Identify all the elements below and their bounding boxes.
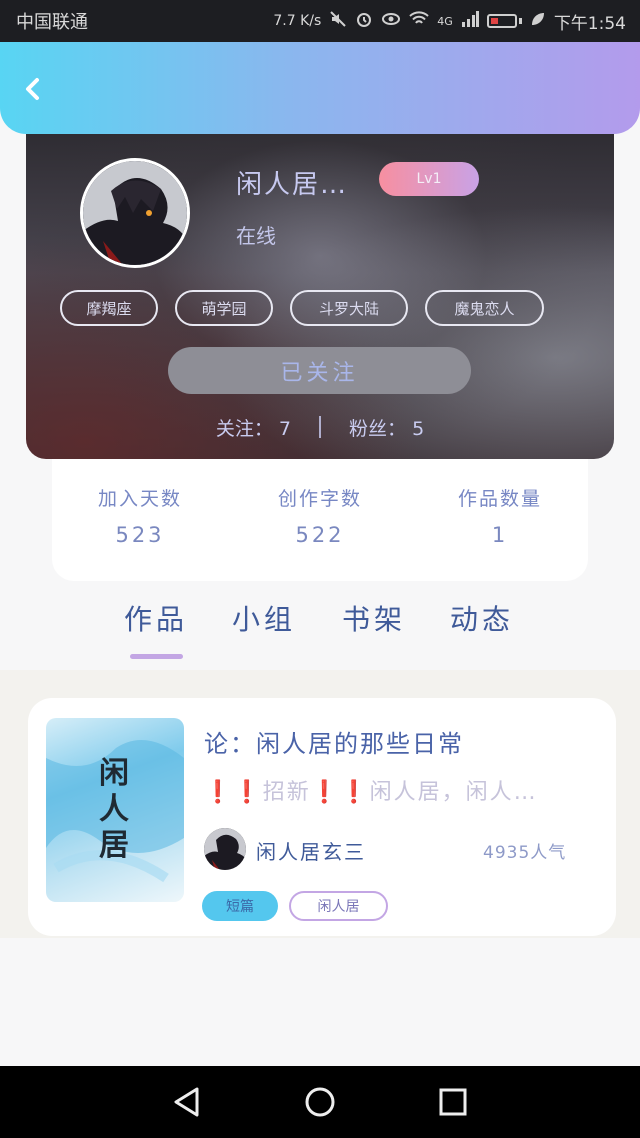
alarm-icon xyxy=(355,10,373,32)
battery-icon xyxy=(486,14,517,28)
network-type: 4G xyxy=(437,14,453,28)
tab-activity[interactable]: 动态 xyxy=(450,598,514,638)
profile-tag[interactable]: 萌学园 xyxy=(175,290,273,326)
nav-home-button[interactable] xyxy=(300,1082,340,1122)
following-count: 7 xyxy=(278,417,291,440)
active-tab-indicator xyxy=(130,654,183,659)
following-link[interactable]: 关注： 7 xyxy=(216,414,291,441)
follow-button[interactable]: 已关注 xyxy=(168,347,471,394)
tab-bookshelf[interactable]: 书架 xyxy=(342,598,406,638)
eye-icon xyxy=(381,11,401,31)
stat-label: 作品数量 xyxy=(457,488,542,510)
stat-works: 作品数量 1 xyxy=(420,484,580,547)
triangle-back-icon xyxy=(174,1087,199,1117)
fans-count: 5 xyxy=(412,417,425,440)
profile-card: 闲人居… Lv1 在线 摩羯座 萌学园 斗罗大陆 魔鬼恋人 已关注 关注： 7 … xyxy=(26,120,614,459)
work-description: ❗❗招新❗❗闲人居，闲人… xyxy=(204,780,538,805)
stat-label: 加入天数 xyxy=(97,488,182,510)
profile-tag[interactable]: 斗罗大陆 xyxy=(290,290,408,326)
view-count: 4935人气 xyxy=(483,843,567,863)
fans-link[interactable]: 粉丝： 5 xyxy=(349,414,424,441)
circle-home-icon xyxy=(305,1087,335,1117)
book-cover[interactable]: 闲人居 xyxy=(46,718,184,902)
stats-card: 加入天数 523 创作字数 522 作品数量 1 xyxy=(52,440,588,581)
profile-tag[interactable]: 摩羯座 xyxy=(60,290,158,326)
type-chip[interactable]: 短篇 xyxy=(202,891,278,921)
online-status: 在线 xyxy=(236,224,276,248)
stat-value: 1 xyxy=(491,523,509,547)
tab-groups[interactable]: 小组 xyxy=(232,598,296,638)
work-card[interactable]: 闲人居 论：闲人居的那些日常 ❗❗招新❗❗闲人居，闲人… 闲人居玄三 4935人… xyxy=(28,698,616,936)
status-bar: 中国联通 7.7 K/s 4G 下午1:54 xyxy=(0,0,640,42)
profile-tag[interactable]: 魔鬼恋人 xyxy=(425,290,544,326)
wifi-icon xyxy=(409,11,429,31)
fans-label: 粉丝： xyxy=(349,417,407,440)
stat-days: 加入天数 523 xyxy=(60,484,220,547)
chevron-left-icon xyxy=(26,78,39,100)
battery-tip xyxy=(518,18,522,24)
follow-stats: 关注： 7 粉丝： 5 xyxy=(26,410,614,444)
square-recents-icon xyxy=(439,1088,467,1116)
divider xyxy=(319,416,321,438)
carrier-label: 中国联通 xyxy=(16,12,88,33)
mute-icon xyxy=(329,10,347,32)
level-badge: Lv1 xyxy=(379,162,479,196)
stat-words: 创作字数 522 xyxy=(240,484,400,547)
work-title[interactable]: 论：闲人居的那些日常 xyxy=(204,724,464,759)
nav-recents-button[interactable] xyxy=(433,1082,473,1122)
clock-time: 下午1:54 xyxy=(553,13,626,34)
tag-chip[interactable]: 闲人居 xyxy=(289,891,388,921)
tab-bar: 作品 小组 书架 动态 xyxy=(0,590,640,670)
following-label: 关注： xyxy=(215,417,273,440)
author-name[interactable]: 闲人居玄三 xyxy=(256,836,366,865)
stat-value: 523 xyxy=(115,523,165,547)
nav-back-button[interactable] xyxy=(167,1082,207,1122)
cover-title: 闲人居 xyxy=(99,756,129,863)
status-icons: 7.7 K/s 4G 下午1:54 xyxy=(273,9,626,34)
avatar[interactable] xyxy=(80,158,190,268)
stat-label: 创作字数 xyxy=(277,488,362,510)
leaf-icon xyxy=(530,11,546,31)
username: 闲人居… xyxy=(236,170,349,200)
back-button[interactable] xyxy=(18,74,48,104)
signal-icon xyxy=(461,11,479,31)
system-nav-bar xyxy=(0,1066,640,1138)
tab-works[interactable]: 作品 xyxy=(124,598,188,638)
header-bar xyxy=(0,42,640,134)
network-speed: 7.7 K/s xyxy=(273,13,322,29)
author-avatar[interactable] xyxy=(204,828,246,870)
stat-value: 522 xyxy=(295,523,345,547)
